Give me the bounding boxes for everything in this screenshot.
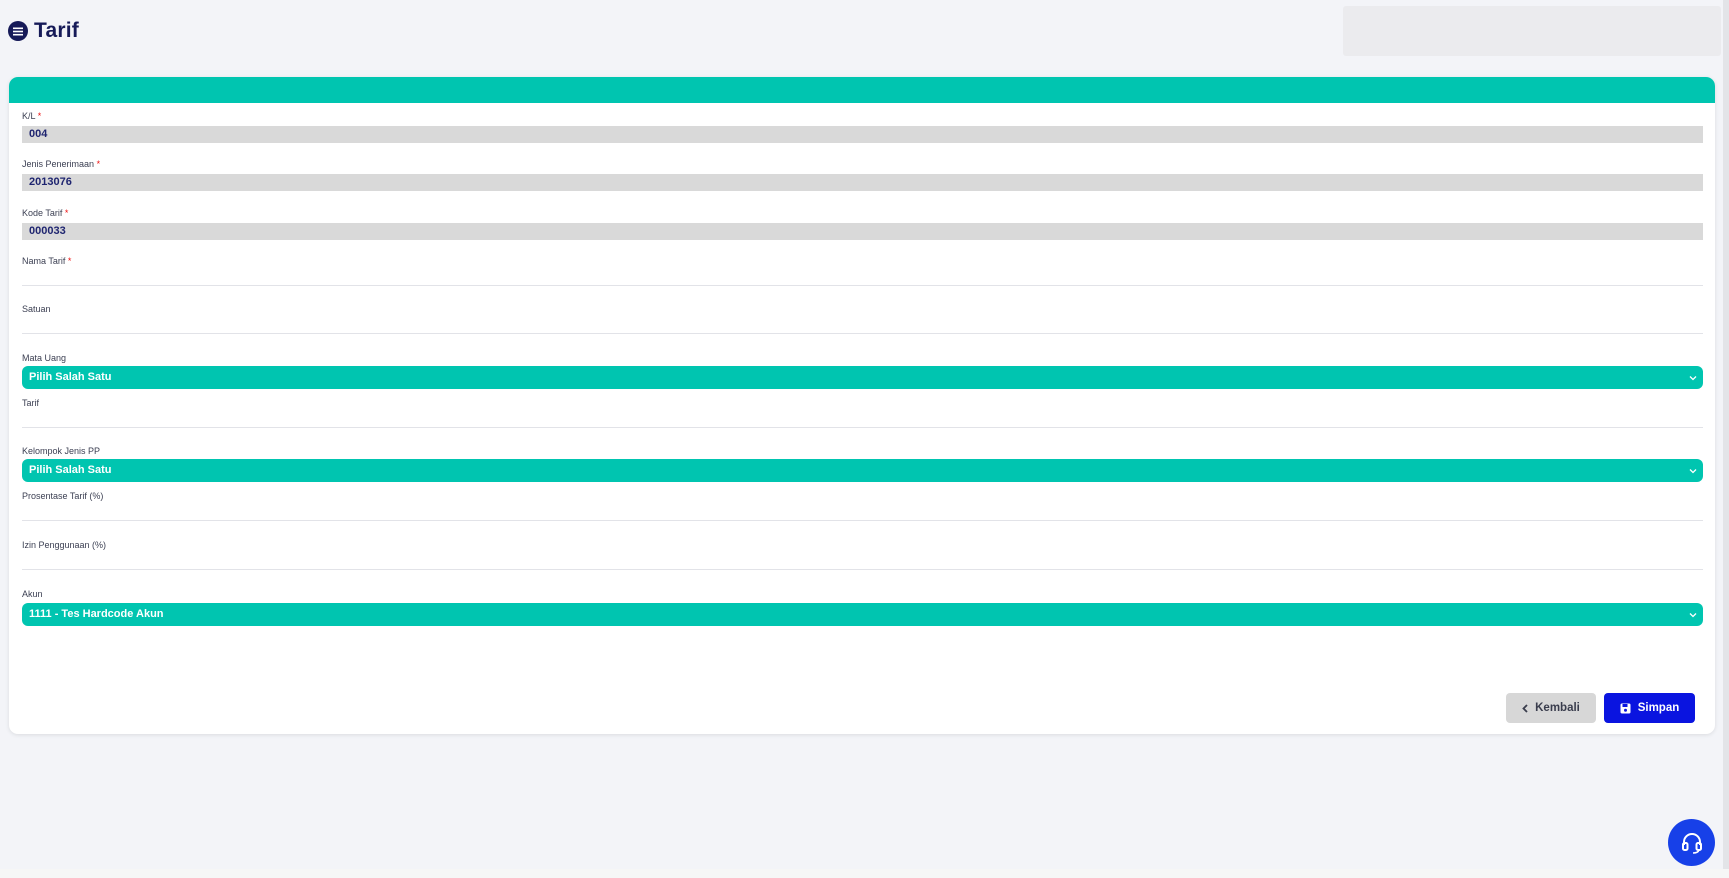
- kode-tarif-label: Kode Tarif *: [22, 208, 69, 218]
- akun-selected: 1111 - Tes Hardcode Akun: [29, 608, 164, 620]
- mata-uang-selected: Pilih Salah Satu: [29, 371, 112, 383]
- chevron-down-icon: [1689, 459, 1697, 482]
- izin-penggunaan-input[interactable]: [22, 548, 1703, 570]
- page-title: Tarif: [34, 19, 79, 42]
- nama-tarif-input[interactable]: [22, 264, 1703, 286]
- satuan-input[interactable]: [22, 312, 1703, 334]
- kelompok-jenis-pp-selected: Pilih Salah Satu: [29, 464, 112, 476]
- bottom-edge: [0, 869, 1729, 878]
- mata-uang-label: Mata Uang: [22, 353, 67, 363]
- headset-icon: [1679, 830, 1705, 856]
- kelompok-jenis-pp-label: Kelompok Jenis PP: [22, 446, 101, 456]
- tarif-input[interactable]: [22, 406, 1703, 428]
- chevron-down-icon: [1689, 366, 1697, 389]
- kode-tarif-field: 000033: [22, 223, 1703, 240]
- akun-label: Akun: [22, 589, 43, 599]
- list-circle-icon: [8, 21, 28, 41]
- scrollbar-track[interactable]: [1723, 0, 1729, 878]
- save-button-label: Simpan: [1637, 702, 1680, 714]
- chevron-down-icon: [1689, 603, 1697, 626]
- back-button-label: Kembali: [1535, 702, 1580, 714]
- header-user-area: [1343, 6, 1721, 56]
- floppy-disk-icon: [1620, 703, 1631, 714]
- card-header-bar: [9, 77, 1715, 103]
- chevron-left-icon: [1522, 703, 1528, 713]
- prosentase-tarif-input[interactable]: [22, 499, 1703, 521]
- jenis-penerimaan-label: Jenis Penerimaan *: [22, 159, 101, 169]
- akun-select[interactable]: 1111 - Tes Hardcode Akun: [22, 603, 1703, 626]
- help-button[interactable]: [1668, 819, 1715, 866]
- page-header: Tarif: [8, 19, 79, 42]
- back-button[interactable]: Kembali: [1506, 693, 1596, 723]
- jenis-penerimaan-field: 2013076: [22, 174, 1703, 191]
- kl-label: K/L *: [22, 111, 42, 121]
- kl-field: 004: [22, 126, 1703, 143]
- save-button[interactable]: Simpan: [1604, 693, 1695, 723]
- form-card: K/L * 004 Jenis Penerimaan * 2013076 Kod…: [9, 77, 1715, 734]
- kelompok-jenis-pp-select[interactable]: Pilih Salah Satu: [22, 459, 1703, 482]
- mata-uang-select[interactable]: Pilih Salah Satu: [22, 366, 1703, 389]
